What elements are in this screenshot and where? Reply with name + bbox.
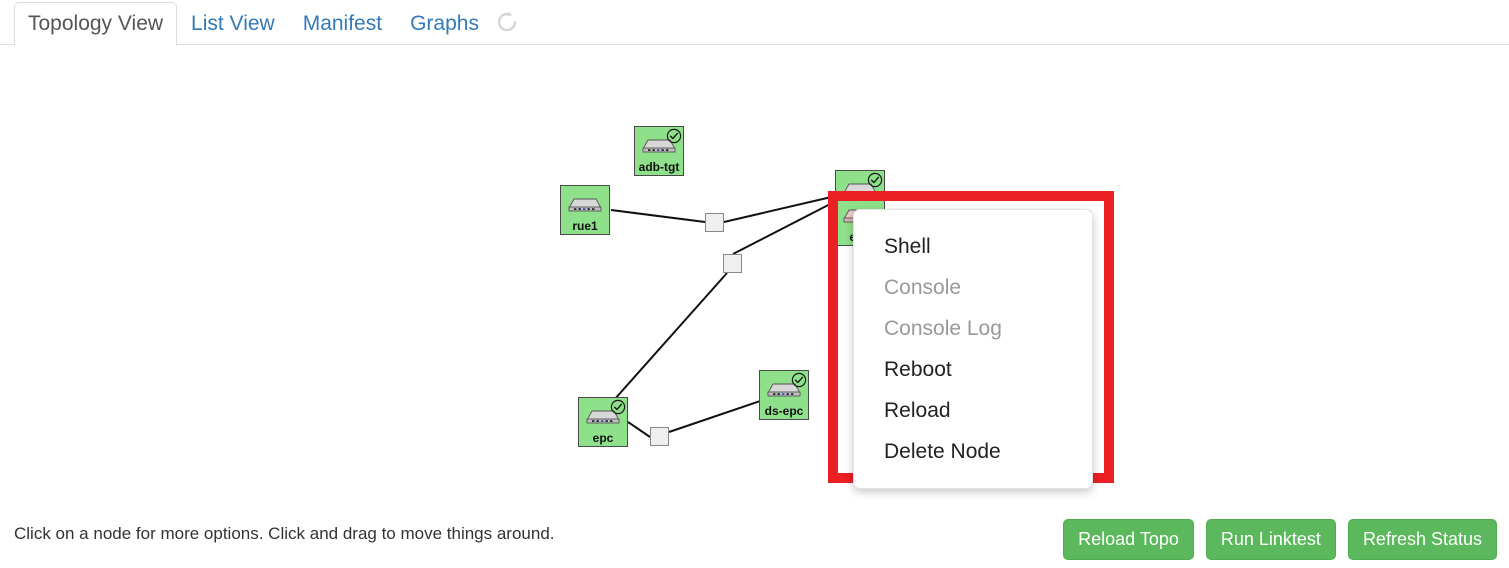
node-label: adb-tgt xyxy=(638,161,680,174)
topology-node-adb-tgt[interactable]: adb-tgt xyxy=(634,126,684,176)
footer-bar: Click on a node for more options. Click … xyxy=(0,505,1509,568)
topology-canvas[interactable]: adb-tgt rue1 epc ds-epc Shell Console Co… xyxy=(0,45,1509,505)
run-linktest-button[interactable]: Run Linktest xyxy=(1205,519,1336,560)
context-menu-item-label: Delete Node xyxy=(884,440,1001,463)
status-ok-check-icon xyxy=(867,172,883,188)
link-handle[interactable] xyxy=(723,254,742,273)
status-ok-check-icon xyxy=(666,128,682,144)
context-menu-item-reboot[interactable]: Reboot xyxy=(854,349,1092,390)
refresh-status-button[interactable]: Refresh Status xyxy=(1347,519,1497,560)
context-menu-item-label: Shell xyxy=(884,235,931,258)
tab-topology-view[interactable]: Topology View xyxy=(14,2,178,46)
topology-node-epc[interactable]: epc xyxy=(578,397,628,447)
tab-label: List View xyxy=(191,12,275,35)
tab-label: Topology View xyxy=(28,12,164,35)
tab-list: Topology View List View Manifest Graphs xyxy=(14,0,519,46)
router-icon xyxy=(568,198,602,212)
reload-topo-button[interactable]: Reload Topo xyxy=(1063,519,1194,560)
node-label: ds-epc xyxy=(764,405,804,418)
tab-list-view[interactable]: List View xyxy=(177,2,289,45)
context-menu-item-console: Console xyxy=(854,267,1092,308)
tab-label: Manifest xyxy=(302,12,383,35)
context-menu-item-label: Console Log xyxy=(884,317,1002,340)
tab-bar: Topology View List View Manifest Graphs xyxy=(0,0,1509,46)
topology-node-rue1[interactable]: rue1 xyxy=(560,185,610,235)
context-menu-item-console-log: Console Log xyxy=(854,308,1092,349)
status-ok-check-icon xyxy=(791,372,807,388)
node-label: epc xyxy=(592,432,614,445)
node-context-menu[interactable]: Shell Console Console Log Reboot Reload … xyxy=(853,209,1093,489)
context-menu-item-label: Reload xyxy=(884,399,951,422)
link-handle[interactable] xyxy=(650,427,669,446)
tab-graphs[interactable]: Graphs xyxy=(396,2,493,45)
node-label: rue1 xyxy=(572,220,598,233)
tab-manifest[interactable]: Manifest xyxy=(289,2,396,45)
topology-node-ds-epc[interactable]: ds-epc xyxy=(759,370,809,420)
context-menu-item-label: Console xyxy=(884,276,962,299)
link-handle[interactable] xyxy=(705,213,724,232)
tab-label: Graphs xyxy=(410,12,479,35)
context-menu-item-shell[interactable]: Shell xyxy=(854,226,1092,267)
status-ok-check-icon xyxy=(610,399,626,415)
refresh-spinner-icon xyxy=(493,10,519,45)
context-menu-item-reload[interactable]: Reload xyxy=(854,390,1092,431)
footer-button-row: Reload Topo Run Linktest Refresh Status xyxy=(1063,519,1497,560)
context-menu-item-label: Reboot xyxy=(884,358,952,381)
usage-hint-text: Click on a node for more options. Click … xyxy=(14,524,555,543)
topology-links xyxy=(610,194,841,438)
context-menu-item-delete-node[interactable]: Delete Node xyxy=(854,431,1092,472)
